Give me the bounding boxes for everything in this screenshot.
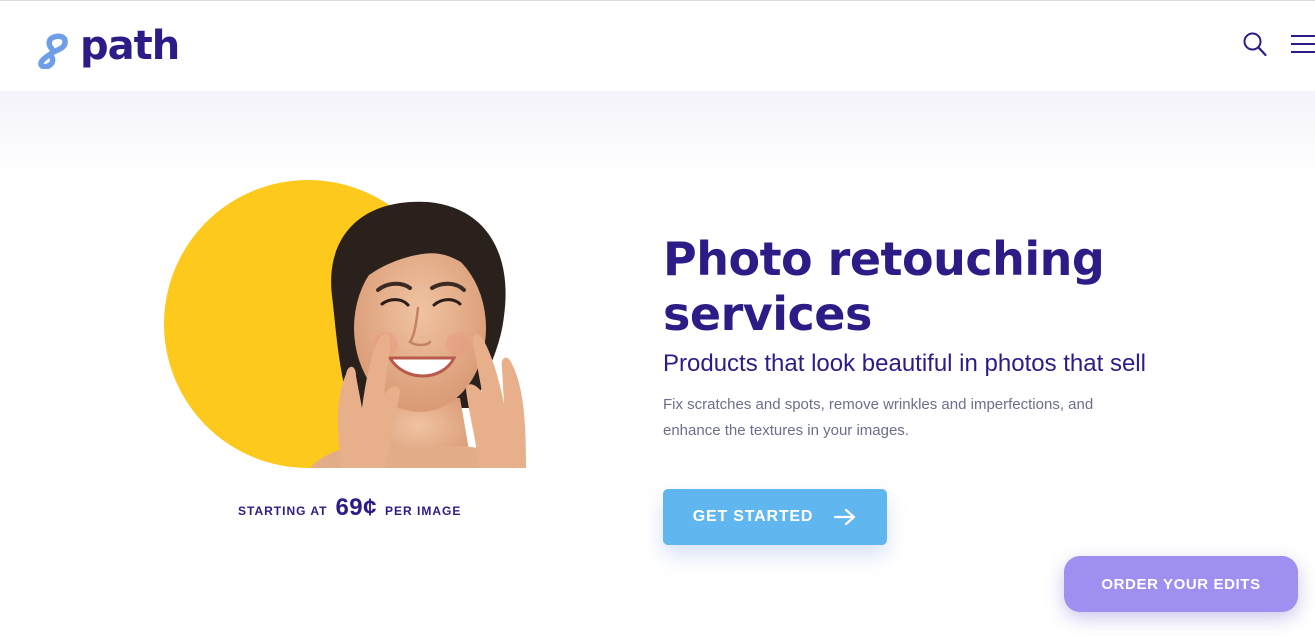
hero-image <box>160 178 530 468</box>
get-started-label: GET STARTED <box>692 508 814 525</box>
search-icon[interactable] <box>1242 31 1268 64</box>
price-amount: 69¢ <box>335 494 377 521</box>
top-navbar: path <box>0 1 1315 91</box>
hero-description: Fix scratches and spots, remove wrinkles… <box>663 396 1094 439</box>
hamburger-menu-icon[interactable] <box>1290 31 1315 60</box>
order-your-edits-button[interactable]: ORDER YOUR EDITS <box>1064 556 1298 612</box>
hero-subtitle: Products that look beautiful in photos t… <box>663 350 1146 377</box>
path-logo-icon <box>38 33 68 69</box>
hero-title: Photo retouching services <box>663 232 1105 341</box>
price-suffix: PER IMAGE <box>384 504 462 518</box>
pricing-note: STARTING AT 69¢ PER IMAGE <box>238 494 461 522</box>
logo[interactable]: path <box>38 23 180 69</box>
price-prefix: STARTING AT <box>238 504 328 518</box>
logo-text: path <box>80 23 180 69</box>
get-started-button[interactable]: GET STARTED <box>663 489 887 545</box>
order-your-edits-label: ORDER YOUR EDITS <box>1101 575 1261 593</box>
arrow-right-icon <box>834 508 856 526</box>
